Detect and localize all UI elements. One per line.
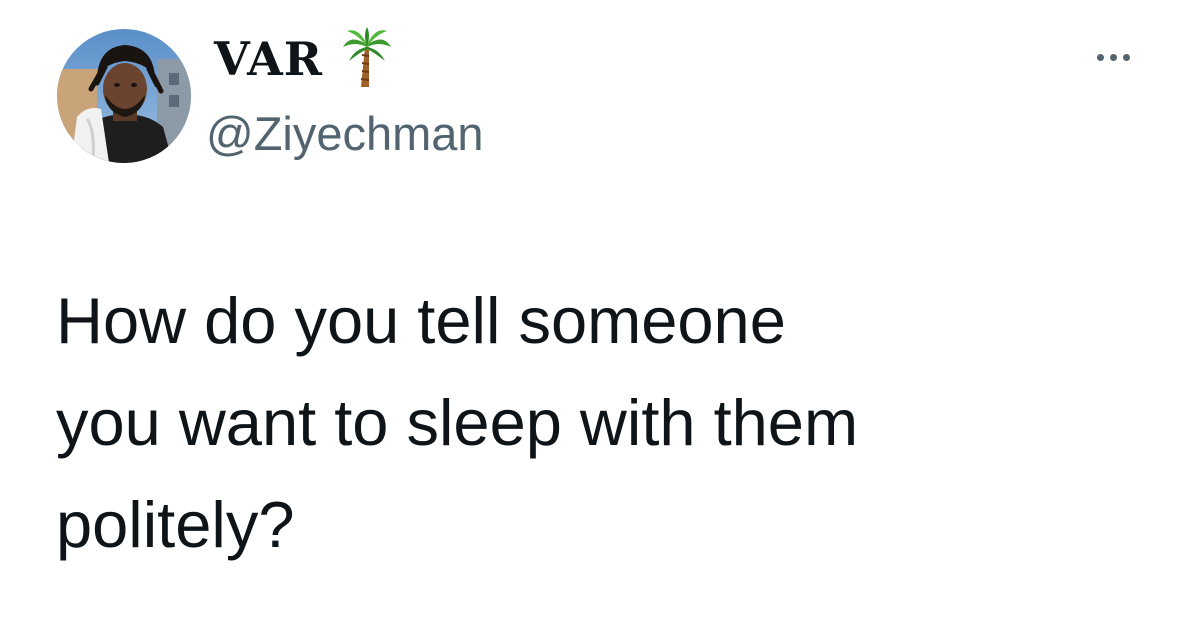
more-horizontal-icon-dot-3 bbox=[1122, 53, 1130, 61]
user-handle[interactable]: @Ziyechman bbox=[206, 110, 484, 157]
more-horizontal-icon-dot-2 bbox=[1109, 53, 1117, 61]
display-name-row[interactable]: VAR bbox=[214, 26, 393, 92]
display-name[interactable]: VAR bbox=[214, 36, 323, 82]
palm-tree-icon bbox=[341, 25, 393, 89]
more-options-button[interactable] bbox=[1088, 44, 1138, 70]
avatar[interactable] bbox=[57, 29, 191, 163]
tweet-text: How do you tell someone you want to slee… bbox=[56, 284, 859, 561]
more-horizontal-icon bbox=[1096, 53, 1104, 61]
avatar-image bbox=[57, 29, 191, 163]
tweet-card: VAR @Ziyechman How do you tell someone y… bbox=[0, 0, 1200, 632]
